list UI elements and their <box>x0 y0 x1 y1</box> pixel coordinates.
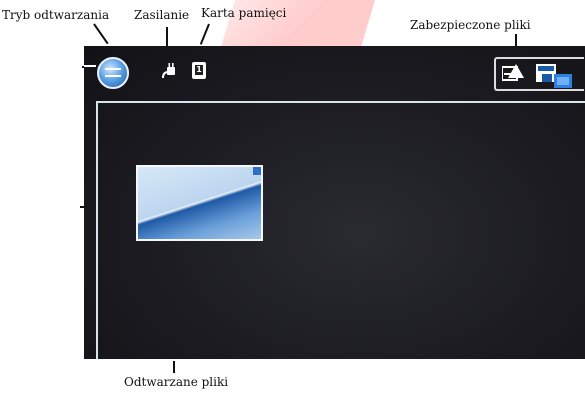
callout-memory-card: Karta pamięci <box>201 6 287 20</box>
file-thumbnail[interactable] <box>136 165 263 241</box>
file-thumbnail-corner-marker <box>253 167 261 175</box>
callout-protected-files: Zabezpieczone pliki <box>410 18 531 32</box>
power-plug-icon <box>162 63 175 79</box>
protected-file-thumbnail-icon <box>536 64 572 88</box>
leader-playback-mode <box>93 23 109 45</box>
leader-memory-card <box>199 23 210 45</box>
leader-power <box>166 27 168 46</box>
callout-playback-mode: Tryb odtwarzania <box>2 8 110 22</box>
memory-card-icon: 1 <box>192 62 206 79</box>
frame-left-marker <box>84 65 96 67</box>
playback-mode-icon <box>97 57 129 89</box>
memory-card-number: 1 <box>195 65 203 75</box>
status-bar: 1 <box>84 46 585 96</box>
camera-screen: 1 <box>84 46 585 359</box>
callout-playback-files: Odtwarzane pliki <box>124 375 229 389</box>
protected-files-icon <box>502 64 524 81</box>
callout-power: Zasilanie <box>134 8 190 22</box>
leader-playback-files <box>173 361 175 373</box>
